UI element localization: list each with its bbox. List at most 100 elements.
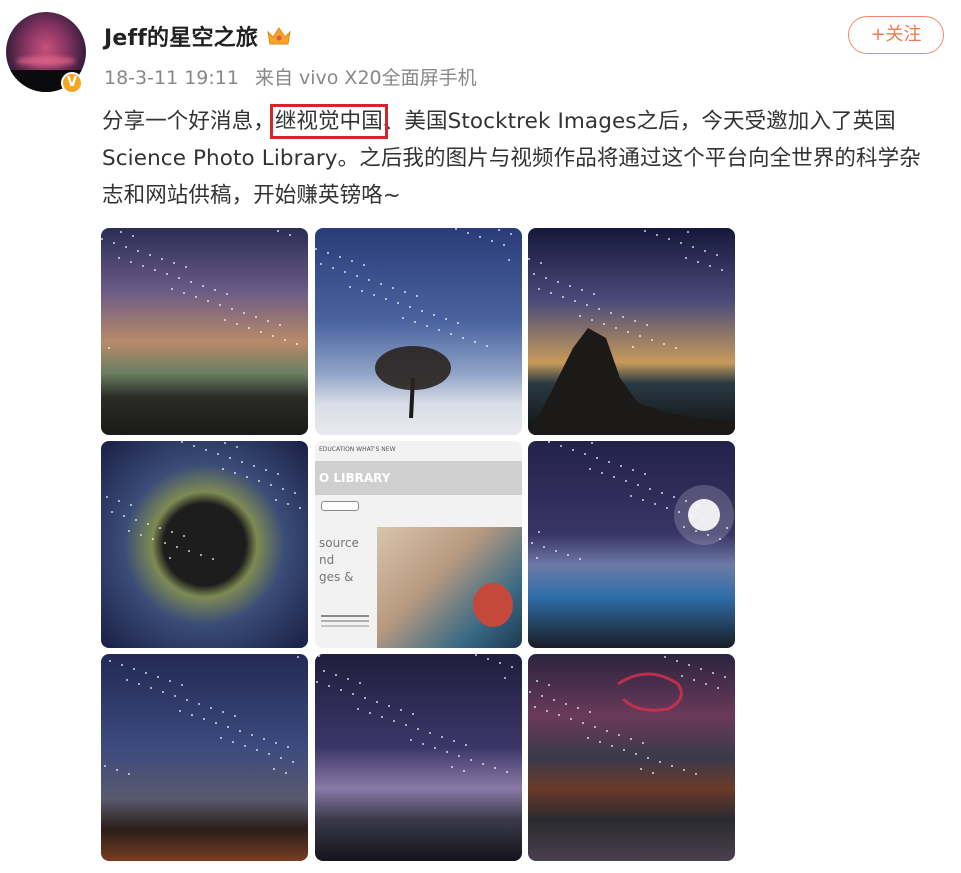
star-dot <box>316 681 318 683</box>
post-text-part1: 分享一个好消息， <box>102 109 275 134</box>
star-dot <box>589 711 591 713</box>
star-dot <box>504 677 506 679</box>
image-thumbnail-3[interactable] <box>528 228 735 435</box>
star-dot <box>570 718 572 720</box>
follow-button[interactable]: +关注 <box>848 16 944 54</box>
post-meta: 18-3-11 19:11 来自 vivo X20全面屏手机 <box>104 63 477 90</box>
star-dot <box>149 254 151 256</box>
image-thumbnail-4[interactable] <box>101 441 308 648</box>
star-dot <box>118 500 120 502</box>
star-dot <box>622 316 624 318</box>
star-dot <box>404 291 406 293</box>
star-dot <box>219 304 221 306</box>
star-dot <box>181 684 183 686</box>
star-dot <box>474 341 476 343</box>
star-dot <box>332 267 334 269</box>
star-dot <box>258 480 260 482</box>
image-thumbnail-7[interactable] <box>101 654 308 861</box>
star-dot <box>176 546 178 548</box>
star-dot <box>503 244 505 246</box>
star-dot <box>128 530 130 532</box>
star-dot <box>569 285 571 287</box>
image-thumbnail-8[interactable] <box>315 654 522 861</box>
star-dot <box>270 484 272 486</box>
star-dot <box>285 772 287 774</box>
red-nebula-arc <box>617 672 683 712</box>
star-dot <box>224 442 226 444</box>
screenshot-search-pill <box>321 501 359 511</box>
star-dot <box>620 465 622 467</box>
highlighted-text: 继视觉中国 <box>269 104 388 139</box>
star-dot <box>426 325 428 327</box>
star-dot <box>381 716 383 718</box>
star-dot <box>297 656 299 658</box>
star-dot <box>364 697 366 699</box>
star-dot <box>120 231 122 233</box>
star-dot <box>335 674 337 676</box>
star-dot <box>455 228 457 230</box>
star-dot <box>511 666 513 668</box>
star-dot <box>422 743 424 745</box>
star-dot <box>185 266 187 268</box>
star-dot <box>608 461 610 463</box>
star-dot <box>416 295 418 297</box>
star-dot <box>203 718 205 720</box>
star-dot <box>255 316 257 318</box>
star-dot <box>557 281 559 283</box>
star-dot <box>531 542 533 544</box>
star-dot <box>543 546 545 548</box>
star-dot <box>630 738 632 740</box>
star-dot <box>137 250 139 252</box>
star-dot <box>644 230 646 232</box>
star-dot <box>586 304 588 306</box>
image-thumbnail-9[interactable] <box>528 654 735 861</box>
star-dot <box>410 739 412 741</box>
username[interactable]: Jeff的星空之旅 <box>104 20 258 52</box>
star-dot <box>693 679 695 681</box>
star-dot <box>593 293 595 295</box>
star-dot <box>263 738 265 740</box>
star-dot <box>642 499 644 501</box>
star-dot <box>579 558 581 560</box>
image-thumbnail-5[interactable]: EDUCATION WHAT'S NEW O LIBRARY source nd… <box>315 441 522 648</box>
image-thumbnail-1[interactable] <box>101 228 308 435</box>
star-dot <box>212 558 214 560</box>
star-dot <box>548 441 550 443</box>
star-dot <box>548 684 550 686</box>
star-dot <box>392 287 394 289</box>
star-dot <box>685 257 687 259</box>
star-dot <box>664 656 666 658</box>
timestamp[interactable]: 18-3-11 19:11 <box>104 67 239 89</box>
star-dot <box>190 281 192 283</box>
star-dot <box>393 720 395 722</box>
star-dot <box>179 710 181 712</box>
star-dot <box>584 453 586 455</box>
star-dot <box>166 273 168 275</box>
star-dot <box>292 761 294 763</box>
star-dot <box>487 658 489 660</box>
star-dot <box>453 740 455 742</box>
star-dot <box>613 476 615 478</box>
star-dot <box>632 346 634 348</box>
star-dot <box>171 531 173 533</box>
star-dot <box>234 472 236 474</box>
star-dot <box>634 320 636 322</box>
post-source: 来自 vivo X20全面屏手机 <box>254 67 477 89</box>
star-dot <box>702 519 704 521</box>
star-dot <box>467 232 469 234</box>
star-dot <box>400 709 402 711</box>
star-dot <box>126 679 128 681</box>
star-dot <box>540 262 542 264</box>
star-dot <box>239 730 241 732</box>
star-dot <box>577 707 579 709</box>
star-dot <box>183 292 185 294</box>
star-dot <box>368 279 370 281</box>
star-dot <box>637 484 639 486</box>
star-dot <box>697 504 699 506</box>
star-dot <box>681 675 683 677</box>
star-dot <box>640 768 642 770</box>
image-thumbnail-2[interactable] <box>315 228 522 435</box>
image-thumbnail-6[interactable] <box>528 441 735 648</box>
star-dot <box>582 722 584 724</box>
star-dot <box>265 469 267 471</box>
